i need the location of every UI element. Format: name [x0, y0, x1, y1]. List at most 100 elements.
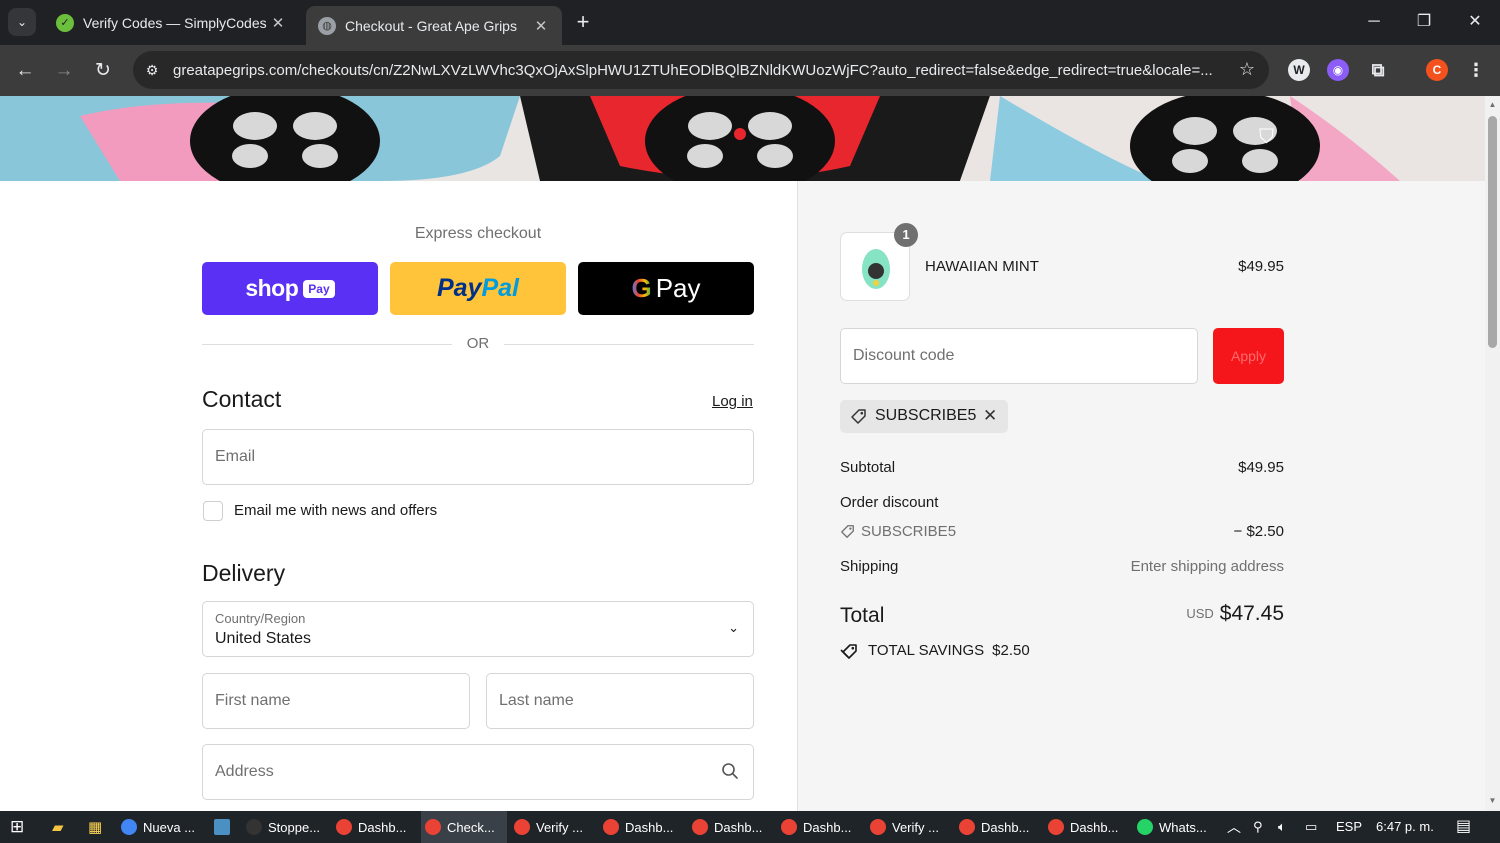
- last-name-field[interactable]: Last name: [486, 673, 754, 729]
- first-name-field[interactable]: First name: [202, 673, 470, 729]
- store-banner-image: ⛉: [0, 96, 1485, 181]
- country-select[interactable]: Country/Region United States ⌄: [202, 601, 754, 657]
- new-tab-button[interactable]: +: [570, 9, 596, 35]
- order-discount-label: Order discount: [840, 494, 939, 511]
- taskbar-app-label: Dashb...: [803, 819, 852, 835]
- google-pay-button[interactable]: G Pay: [578, 262, 754, 315]
- app-icon: [870, 819, 886, 835]
- extension-w-icon[interactable]: W: [1288, 59, 1310, 81]
- total-amount: $47.45: [1219, 602, 1284, 625]
- paypal-button[interactable]: Pay Pal: [390, 262, 566, 315]
- chevron-down-icon: ⌄: [728, 620, 739, 635]
- remove-discount-icon[interactable]: ✕: [983, 406, 997, 426]
- simplycodes-favicon-icon: ✓: [56, 13, 74, 32]
- taskbar-app-button[interactable]: Nueva ...: [117, 811, 203, 843]
- taskbar-app-button[interactable]: Dashb...: [1044, 811, 1130, 843]
- taskbar-app-button[interactable]: Dashb...: [332, 811, 418, 843]
- close-tab-icon[interactable]: ✕: [269, 14, 287, 32]
- file-explorer-icon[interactable]: ▰: [52, 811, 70, 843]
- taskbar-app-button[interactable]: Dashb...: [688, 811, 774, 843]
- extension-purple-icon[interactable]: ◉: [1327, 59, 1349, 81]
- close-tab-icon[interactable]: ✕: [532, 17, 550, 35]
- site-info-icon[interactable]: ⚙: [142, 60, 162, 80]
- google-g-icon: G: [631, 273, 652, 303]
- apply-button[interactable]: Apply: [1213, 328, 1284, 384]
- or-text: OR: [466, 335, 490, 352]
- taskbar-app-label: Nueva ...: [143, 819, 196, 835]
- close-window-button[interactable]: ✕: [1463, 10, 1487, 34]
- scroll-up-icon[interactable]: ▲: [1488, 100, 1497, 109]
- clock[interactable]: 6:47 p. m.: [1376, 811, 1434, 843]
- subtotal-row: Subtotal $49.95: [840, 459, 1284, 476]
- taskbar-app-button[interactable]: Dashb...: [599, 811, 685, 843]
- address-bar[interactable]: ⚙ greatapegrips.com/checkouts/cn/Z2NwLXV…: [133, 51, 1269, 89]
- restore-button[interactable]: ❐: [1412, 10, 1436, 34]
- app-icon: [1137, 819, 1153, 835]
- discount-placeholder: Discount code: [853, 347, 955, 364]
- taskbar-app-button[interactable]: Whats...: [1133, 811, 1219, 843]
- taskbar-app-button[interactable]: Verify ...: [510, 811, 596, 843]
- url-text[interactable]: greatapegrips.com/checkouts/cn/Z2NwLXVzL…: [173, 62, 1223, 79]
- taskbar-app-label: Whats...: [1159, 819, 1207, 835]
- shop-pay-button[interactable]: shop Pay: [202, 262, 378, 315]
- scroll-down-icon[interactable]: ▼: [1488, 796, 1497, 805]
- discount-detail-row: SUBSCRIBE5 − $2.50: [840, 523, 1284, 540]
- taskbar-app-label: Dashb...: [714, 819, 763, 835]
- tab-verify-codes[interactable]: ✓ Verify Codes — SimplyCodes ✕: [44, 6, 299, 39]
- taskbar-app-button[interactable]: Stoppe...: [242, 811, 328, 843]
- taskbar-app-button[interactable]: Check...: [421, 811, 507, 843]
- product-price: $49.95: [1238, 258, 1284, 275]
- wifi-icon[interactable]: ⚲: [1253, 811, 1263, 843]
- address-placeholder: Address: [215, 763, 274, 780]
- menu-kebab-icon[interactable]: ⋮: [1465, 59, 1487, 81]
- monitor-app-icon[interactable]: [214, 811, 232, 843]
- app-icon: [781, 819, 797, 835]
- tray-chevron-up-icon[interactable]: ︿: [1227, 811, 1241, 843]
- language-indicator[interactable]: ESP: [1336, 811, 1362, 843]
- search-icon[interactable]: [721, 762, 739, 780]
- minimize-button[interactable]: ─: [1362, 10, 1386, 34]
- bookmark-star-icon[interactable]: ☆: [1239, 59, 1255, 80]
- applied-discount-chip: SUBSCRIBE5 ✕: [840, 400, 1008, 433]
- page-scrollbar[interactable]: ▲ ▼: [1485, 96, 1500, 811]
- discount-code-input[interactable]: Discount code: [840, 328, 1198, 384]
- taskbar-app-button[interactable]: Dashb...: [777, 811, 863, 843]
- tag-icon: [851, 409, 866, 424]
- back-button[interactable]: ←: [11, 57, 39, 85]
- tab-search-button[interactable]: ⌄: [8, 8, 36, 36]
- taskbar-app-label: Dashb...: [981, 819, 1030, 835]
- login-link[interactable]: Log in: [712, 393, 753, 410]
- store-icon[interactable]: ▦: [88, 811, 106, 843]
- newsletter-checkbox[interactable]: [203, 501, 223, 521]
- email-field[interactable]: Email: [202, 429, 754, 485]
- scroll-thumb[interactable]: [1488, 116, 1497, 348]
- app-icon: [425, 819, 441, 835]
- tab-title: Verify Codes — SimplyCodes: [83, 14, 267, 31]
- first-name-placeholder: First name: [215, 692, 291, 709]
- reload-button[interactable]: ↻: [89, 57, 117, 85]
- tab-checkout[interactable]: ◍ Checkout - Great Ape Grips ✕: [306, 6, 562, 45]
- checkout-form: Express checkout shop Pay Pay Pal G Pay OR…: [0, 181, 797, 811]
- newsletter-label[interactable]: Email me with news and offers: [234, 502, 437, 519]
- taskbar-app-label: Check...: [447, 819, 495, 835]
- address-field[interactable]: Address: [202, 744, 754, 800]
- forward-button[interactable]: →: [50, 57, 78, 85]
- app-icon: [514, 819, 530, 835]
- cart-bag-icon[interactable]: ⛉: [1259, 126, 1281, 150]
- tab-title: Checkout - Great Ape Grips: [345, 17, 517, 34]
- app-icon: [692, 819, 708, 835]
- browser-toolbar: ← → ↻ ⚙ greatapegrips.com/checkouts/cn/Z…: [0, 45, 1500, 96]
- paypal-logo-pal: Pal: [481, 274, 519, 302]
- taskbar-app-button[interactable]: Verify ...: [866, 811, 952, 843]
- app-icon: [959, 819, 975, 835]
- country-value: United States: [215, 630, 312, 647]
- windows-start-icon[interactable]: ⊞: [10, 811, 32, 843]
- profile-avatar[interactable]: C: [1426, 59, 1448, 81]
- volume-icon[interactable]: 🔈︎: [1278, 811, 1286, 843]
- extensions-puzzle-icon[interactable]: ⧉: [1367, 59, 1389, 81]
- shipping-row: Shipping Enter shipping address: [840, 558, 1284, 575]
- taskbar-app-button[interactable]: Dashb...: [955, 811, 1041, 843]
- notifications-icon[interactable]: ▤: [1456, 811, 1471, 843]
- taskbar-app-label: Dashb...: [625, 819, 674, 835]
- network-icon[interactable]: ▭: [1305, 811, 1317, 843]
